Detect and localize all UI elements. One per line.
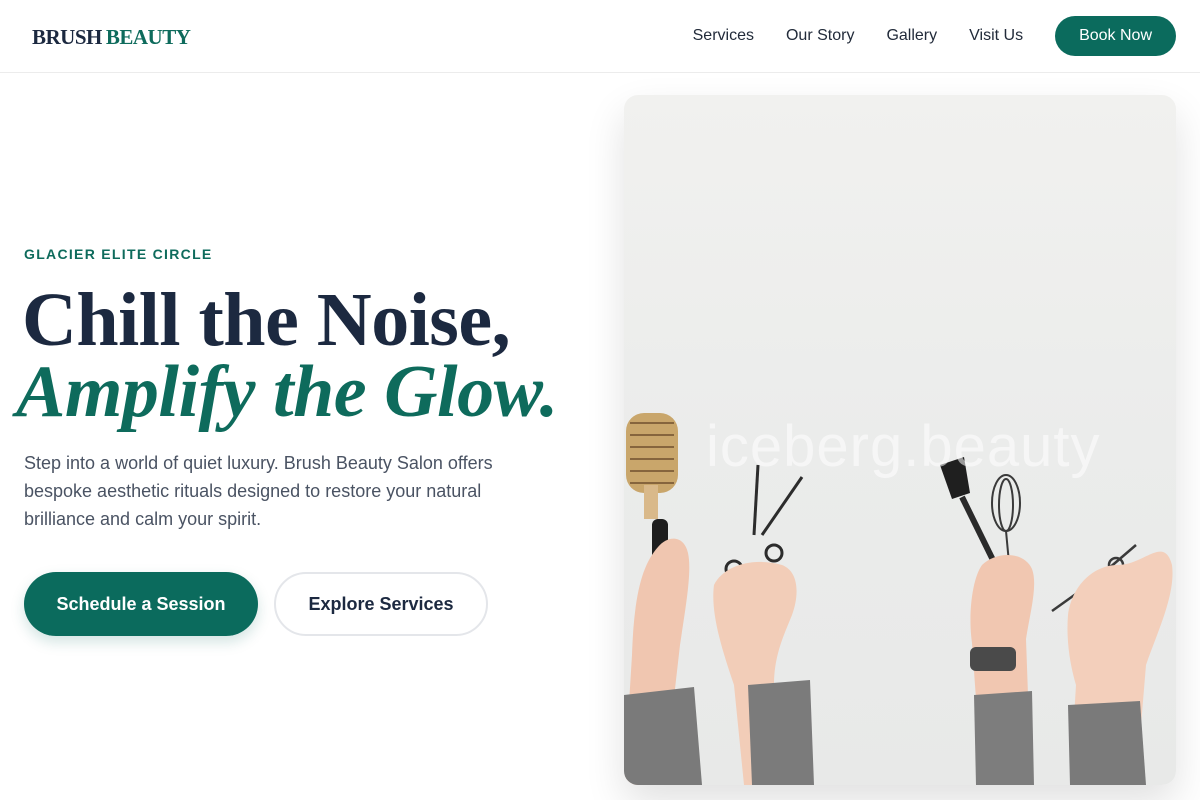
hero-lead-text: Step into a world of quiet luxury. Brush… bbox=[24, 453, 493, 529]
nav-link-our-story[interactable]: Our Story bbox=[786, 27, 854, 45]
nav-link-visit-us[interactable]: Visit Us bbox=[969, 27, 1023, 45]
explore-services-button[interactable]: Explore Services bbox=[274, 572, 488, 636]
nav-link-gallery[interactable]: Gallery bbox=[886, 27, 937, 45]
hero-image: iceberg.beauty bbox=[624, 95, 1176, 785]
logo-text-part2: BEAUTY bbox=[105, 25, 191, 49]
schedule-session-button[interactable]: Schedule a Session bbox=[24, 572, 258, 636]
image-watermark: iceberg.beauty bbox=[706, 414, 1101, 479]
book-now-button[interactable]: Book Now bbox=[1055, 16, 1176, 56]
logo-text-part1: BRUSH bbox=[32, 25, 102, 49]
site-header: BRUSH BEAUTY Services Our Story Gallery V… bbox=[0, 0, 1200, 73]
nav-link-services[interactable]: Services bbox=[693, 27, 754, 45]
hero-headline-line2: Amplify the Glow. bbox=[16, 351, 558, 433]
hero-eyebrow: GLACIER ELITE CIRCLE bbox=[24, 246, 213, 262]
main-nav: Services Our Story Gallery Visit Us Book… bbox=[693, 16, 1176, 56]
brand-logo[interactable]: BRUSH BEAUTY bbox=[32, 25, 191, 50]
scissors-icon bbox=[724, 464, 804, 579]
